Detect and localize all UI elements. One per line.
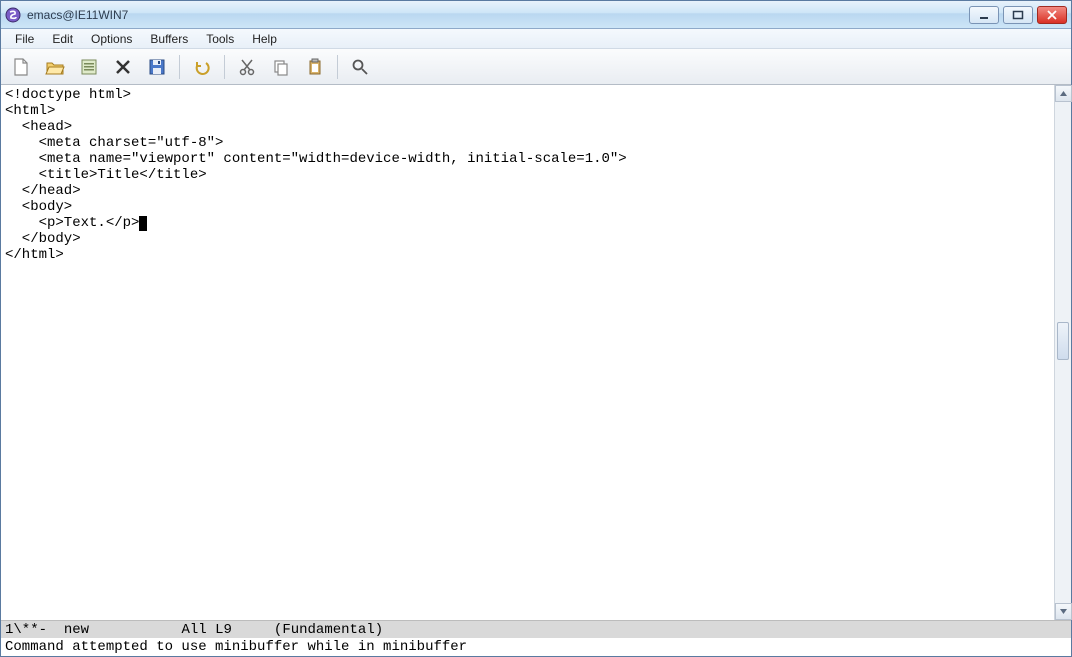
- modeline-line: L9: [215, 622, 232, 638]
- minibuffer-message: Command attempted to use minibuffer whil…: [5, 639, 467, 655]
- menu-edit[interactable]: Edit: [44, 30, 81, 48]
- editor-line: <body>: [5, 199, 1050, 215]
- toolbar: [1, 49, 1071, 85]
- editor-line: <!doctype html>: [5, 87, 1050, 103]
- close-button[interactable]: [1037, 6, 1067, 24]
- minimize-button[interactable]: [969, 6, 999, 24]
- save-icon[interactable]: [143, 54, 171, 80]
- text-cursor: [139, 216, 147, 231]
- window-title: emacs@IE11WIN7: [27, 8, 128, 22]
- toolbar-separator: [179, 55, 180, 79]
- paste-icon[interactable]: [301, 54, 329, 80]
- emacs-icon: [5, 7, 21, 23]
- editor-line: </body>: [5, 231, 1050, 247]
- dired-icon[interactable]: [75, 54, 103, 80]
- scroll-up-button[interactable]: [1055, 85, 1072, 102]
- modeline-position: All: [181, 622, 206, 638]
- copy-icon[interactable]: [267, 54, 295, 80]
- titlebar: emacs@IE11WIN7: [1, 1, 1071, 29]
- editor-line: </html>: [5, 247, 1050, 263]
- minibuffer[interactable]: Command attempted to use minibuffer whil…: [1, 638, 1071, 656]
- editor-area[interactable]: <!doctype html><html> <head> <meta chars…: [1, 85, 1054, 620]
- editor-line: <meta name="viewport" content="width=dev…: [5, 151, 1050, 167]
- menu-buffers[interactable]: Buffers: [142, 30, 196, 48]
- kill-buffer-icon[interactable]: [109, 54, 137, 80]
- open-file-icon[interactable]: [41, 54, 69, 80]
- scroll-thumb[interactable]: [1057, 322, 1069, 360]
- menu-tools[interactable]: Tools: [198, 30, 242, 48]
- cut-icon[interactable]: [233, 54, 261, 80]
- menu-file[interactable]: File: [7, 30, 42, 48]
- editor-line: <head>: [5, 119, 1050, 135]
- toolbar-separator: [337, 55, 338, 79]
- menu-help[interactable]: Help: [244, 30, 285, 48]
- toolbar-separator: [224, 55, 225, 79]
- editor-line: <p>Text.</p>: [5, 215, 1050, 231]
- undo-icon[interactable]: [188, 54, 216, 80]
- modeline: 1\**- new All L9 (Fundamental): [1, 620, 1071, 638]
- modeline-buffer: new: [64, 622, 89, 638]
- modeline-mode: (Fundamental): [274, 622, 383, 638]
- vertical-scrollbar[interactable]: [1054, 85, 1071, 620]
- scroll-down-button[interactable]: [1055, 603, 1072, 620]
- modeline-modified: 1\**-: [5, 622, 47, 638]
- editor-line: </head>: [5, 183, 1050, 199]
- menu-options[interactable]: Options: [83, 30, 140, 48]
- editor-wrap: <!doctype html><html> <head> <meta chars…: [1, 85, 1071, 620]
- search-icon[interactable]: [346, 54, 374, 80]
- scroll-track[interactable]: [1055, 102, 1071, 603]
- new-file-icon[interactable]: [7, 54, 35, 80]
- editor-line: <html>: [5, 103, 1050, 119]
- window-controls: [969, 6, 1067, 24]
- menubar: FileEditOptionsBuffersToolsHelp: [1, 29, 1071, 49]
- editor-line: <title>Title</title>: [5, 167, 1050, 183]
- maximize-button[interactable]: [1003, 6, 1033, 24]
- editor-line: <meta charset="utf-8">: [5, 135, 1050, 151]
